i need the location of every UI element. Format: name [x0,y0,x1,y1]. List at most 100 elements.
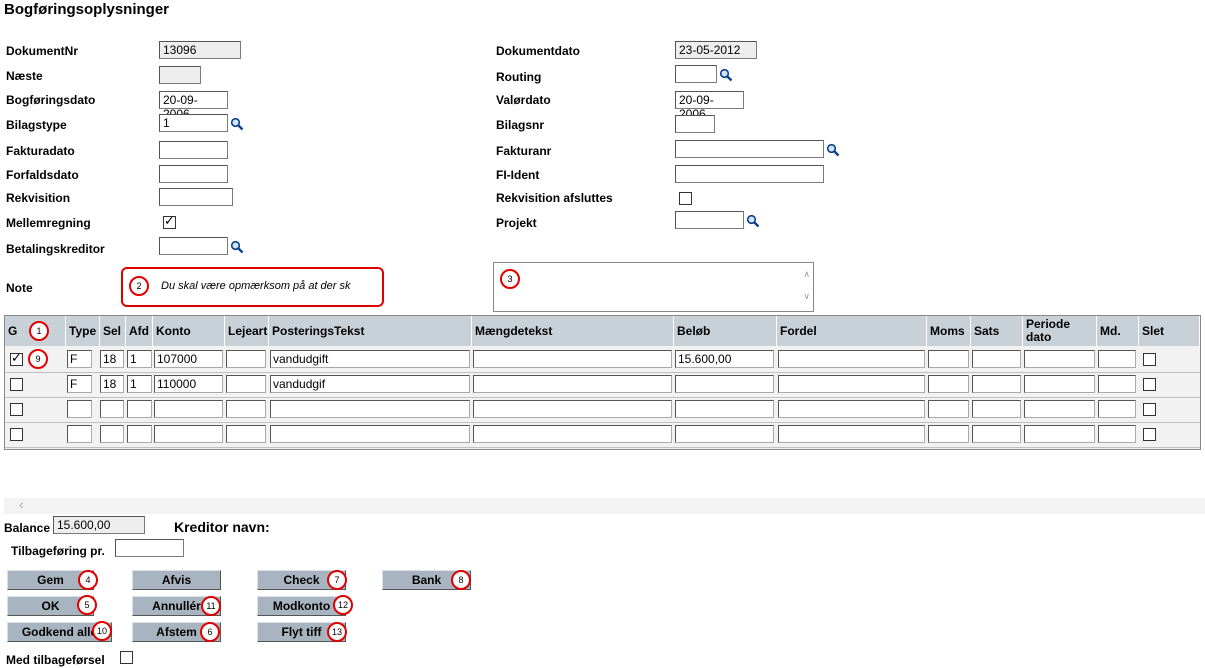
cell-sats[interactable] [972,425,1021,443]
col-header-md: Md. [1097,316,1139,346]
note-textarea[interactable]: 3 ∧ ∨ [493,262,814,312]
cell-fordel[interactable] [778,375,925,393]
row-delete-checkbox[interactable] [1143,353,1156,366]
note-field[interactable]: 2 Du skal være opmærksom på at der sk [121,267,384,307]
tilbageforing-field[interactable] [115,539,184,557]
cell-tekst[interactable] [270,425,470,443]
cell-periode[interactable] [1024,350,1095,368]
marker-6: 6 [200,622,220,642]
search-icon[interactable] [230,117,244,131]
routing-field[interactable] [675,65,717,83]
page-title: Bogføringsoplysninger [4,1,169,18]
cell-tekst[interactable] [270,400,470,418]
cell-moms[interactable] [928,400,969,418]
rekvisition-field[interactable] [159,188,233,206]
cell-moms[interactable] [928,425,969,443]
cell-type[interactable]: F [67,350,92,368]
cell-md[interactable] [1098,350,1136,368]
row-delete-checkbox[interactable] [1143,403,1156,416]
naeste-field[interactable] [159,66,201,84]
cell-type[interactable] [67,425,92,443]
search-icon[interactable] [719,68,733,82]
search-icon[interactable] [230,240,244,254]
cell-tekst[interactable]: vandudgif [270,375,470,393]
projekt-field[interactable] [675,211,744,229]
label-tilbageforing: Tilbageføring pr. [11,544,105,558]
row-select-checkbox[interactable] [10,378,23,391]
cell-sel[interactable] [100,425,124,443]
betalingskreditor-field[interactable] [159,237,228,255]
horizontal-scrollbar[interactable]: ‹ [4,496,1205,514]
fakturadato-field[interactable] [159,141,228,159]
cell-maengde[interactable] [473,400,672,418]
cell-moms[interactable] [928,375,969,393]
cell-konto[interactable] [154,400,223,418]
cell-moms[interactable] [928,350,969,368]
rekvisition-afsluttes-checkbox[interactable] [679,192,692,205]
cell-beloeb[interactable] [675,400,774,418]
cell-konto[interactable]: 107000 [154,350,223,368]
cell-beloeb[interactable] [675,375,774,393]
note-text: Du skal være opmærksom på at der sk [161,280,351,292]
cell-afd[interactable]: 1 [127,375,152,393]
fakturanr-field[interactable] [675,140,824,158]
label-dokumentdato: Dokumentdato [496,44,580,58]
cell-beloeb[interactable] [675,425,774,443]
cell-sel[interactable] [100,400,124,418]
label-forfaldsdato: Forfaldsdato [6,168,79,182]
cell-periode[interactable] [1024,400,1095,418]
cell-type[interactable]: F [67,375,92,393]
med-tilbageforsel-checkbox[interactable] [120,651,133,664]
cell-fordel[interactable] [778,350,925,368]
scroll-left-icon[interactable]: ‹ [19,496,24,512]
cell-md[interactable] [1098,375,1136,393]
cell-fordel[interactable] [778,400,925,418]
valoerdato-field[interactable]: 20-09-2006 [675,91,744,121]
cell-maengde[interactable] [473,425,672,443]
cell-tekst[interactable]: vandudgift [270,350,470,368]
cell-sel[interactable]: 18 [100,375,124,393]
scroll-down-icon[interactable]: ∨ [803,291,810,302]
cell-afd[interactable] [127,425,152,443]
afvis-button[interactable]: Afvis [132,570,221,590]
cell-lejeart[interactable] [226,350,266,368]
label-rekvisition-afsluttes: Rekvisition afsluttes [496,191,613,205]
cell-sats[interactable] [972,375,1021,393]
cell-periode[interactable] [1024,375,1095,393]
scroll-up-icon[interactable]: ∧ [803,269,810,280]
cell-maengde[interactable] [473,375,672,393]
dokumentnr-field[interactable]: 13096 [159,41,241,59]
bogfoeringsdato-field[interactable]: 20-09-2006 [159,91,228,121]
cell-afd[interactable]: 1 [127,350,152,368]
row-select-checkbox[interactable] [10,403,23,416]
row-delete-checkbox[interactable] [1143,378,1156,391]
cell-type[interactable] [67,400,92,418]
mellemregning-checkbox[interactable] [163,214,176,230]
search-icon[interactable] [826,143,840,157]
cell-fordel[interactable] [778,425,925,443]
cell-sel[interactable]: 18 [100,350,124,368]
cell-konto[interactable]: 110000 [154,375,223,393]
forfaldsdato-field[interactable] [159,165,228,183]
bilagstype-field[interactable]: 1 [159,114,228,132]
cell-maengde[interactable] [473,350,672,368]
cell-afd[interactable] [127,400,152,418]
search-icon[interactable] [746,214,760,228]
cell-lejeart[interactable] [226,400,266,418]
fi-ident-field[interactable] [675,165,824,183]
cell-periode[interactable] [1024,425,1095,443]
row-delete-checkbox[interactable] [1143,428,1156,441]
row-select-checkbox[interactable] [10,351,23,367]
bilagsnr-field[interactable] [675,115,715,133]
cell-lejeart[interactable] [226,375,266,393]
cell-md[interactable] [1098,425,1136,443]
cell-md[interactable] [1098,400,1136,418]
cell-konto[interactable] [154,425,223,443]
marker-8: 8 [451,570,471,590]
cell-sats[interactable] [972,350,1021,368]
dokumentdato-field[interactable]: 23-05-2012 [675,41,757,59]
row-select-checkbox[interactable] [10,428,23,441]
cell-sats[interactable] [972,400,1021,418]
cell-beloeb[interactable]: 15.600,00 [675,350,774,368]
cell-lejeart[interactable] [226,425,266,443]
